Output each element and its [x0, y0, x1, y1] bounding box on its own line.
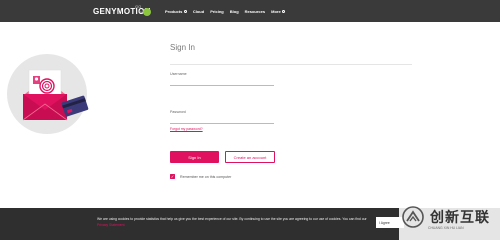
watermark-title: 创新互联	[430, 209, 490, 225]
sign-in-button[interactable]: Sign In	[170, 151, 219, 163]
dropdown-icon	[282, 10, 286, 13]
nav-resources[interactable]: Resources	[245, 9, 265, 14]
privacy-statement-link[interactable]: Privacy Statement	[97, 223, 125, 227]
nav-resources-label: Resources	[244, 9, 266, 14]
nav-more[interactable]: More	[271, 9, 286, 14]
remember-me-checkbox[interactable]: ✓	[170, 174, 175, 179]
title-divider	[170, 64, 412, 65]
cookie-text: We are using cookies to provide statisti…	[97, 217, 367, 221]
nav-blog-label: Blog	[229, 9, 239, 14]
envelope-card-illustration-icon	[22, 69, 89, 121]
remember-me-row: ✓ Remember me on this computer	[170, 174, 231, 179]
by-badge: by	[139, 8, 154, 16]
nav-more-label: More	[271, 9, 281, 14]
password-input[interactable]	[170, 117, 274, 124]
nav-products-label: Products	[165, 9, 183, 14]
company-badge-icon	[143, 8, 152, 16]
nav-pricing-label: Pricing	[210, 9, 224, 14]
remember-me-label: Remember me on this computer	[180, 174, 232, 179]
password-label: Password	[170, 110, 186, 114]
top-navigation-bar: GENYMOTION GO by Products Cloud Pricing …	[0, 0, 500, 22]
by-text: by	[139, 10, 143, 14]
watermark-subtitle: CHUANG XIN HU LIAN	[428, 226, 464, 230]
nav-pricing[interactable]: Pricing	[210, 9, 224, 14]
watermark-logo-icon	[402, 206, 424, 228]
username-label: Username	[170, 72, 187, 76]
page-title: Sign In	[170, 43, 195, 52]
dropdown-icon	[183, 10, 187, 13]
nav-cloud-label: Cloud	[192, 9, 205, 14]
nav-cloud[interactable]: Cloud	[193, 9, 204, 14]
forgot-password-link[interactable]: Forgot my password?	[170, 127, 203, 131]
nav-products[interactable]: Products	[165, 9, 187, 14]
main-nav: Products Cloud Pricing Blog Resources Mo…	[165, 9, 286, 14]
nav-blog[interactable]: Blog	[230, 9, 239, 14]
create-account-button[interactable]: Create an account	[225, 151, 275, 163]
username-input[interactable]	[170, 79, 274, 86]
cookie-notice: We are using cookies to provide statisti…	[97, 216, 367, 228]
